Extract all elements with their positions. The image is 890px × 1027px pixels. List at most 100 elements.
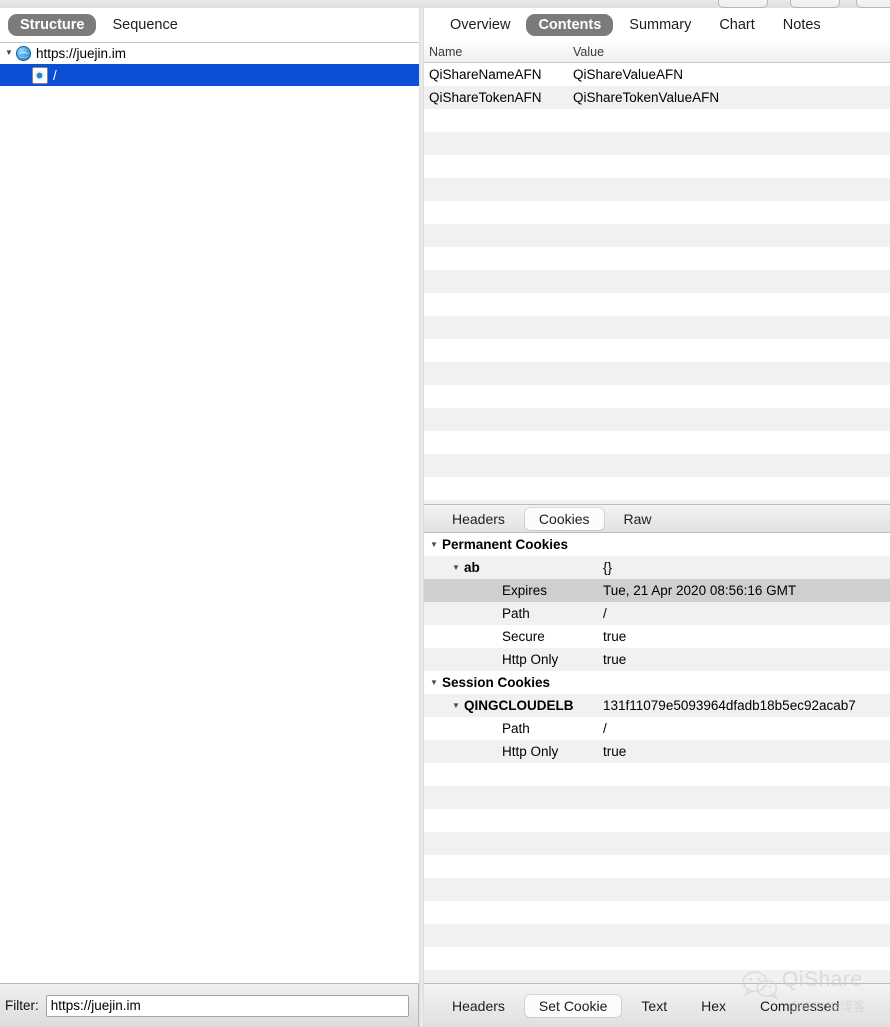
cookie-value-label: /	[603, 721, 607, 736]
cookie-row-empty	[424, 970, 890, 983]
filter-input[interactable]	[45, 994, 409, 1017]
tab-chart[interactable]: Chart	[707, 14, 766, 36]
cookie-row-empty	[424, 901, 890, 924]
table-row-empty	[424, 454, 890, 477]
cookie-row-empty	[424, 809, 890, 832]
tree-item-label: https://juejin.im	[36, 45, 127, 61]
right-pane: Overview Contents Summary Chart Notes Na…	[424, 8, 890, 983]
table-row-empty	[424, 270, 890, 293]
cookie-key-cell: Secure	[424, 629, 602, 644]
column-header-value[interactable]: Value	[569, 45, 604, 59]
cookie-row[interactable]: Path /	[424, 717, 890, 740]
cookie-value-label: true	[603, 744, 627, 759]
tab-notes[interactable]: Notes	[771, 14, 833, 36]
disclosure-triangle-icon[interactable]: ▼	[448, 563, 464, 572]
cookie-key-label: Expires	[502, 583, 548, 598]
cookies-tree-table[interactable]: ▼ Permanent Cookies ▼ ab{} Expires Tue, 21 Ap…	[424, 533, 890, 983]
tab-contents[interactable]: Contents	[526, 14, 614, 36]
cookie-row-empty	[424, 832, 890, 855]
table-row-empty	[424, 431, 890, 454]
toolbar-button-2[interactable]	[790, 0, 840, 8]
cookie-key-label: Path	[502, 721, 530, 736]
table-row-empty	[424, 109, 890, 132]
cookie-key-label: Http Only	[502, 652, 559, 667]
cookie-value-label: Tue, 21 Apr 2020 08:56:16 GMT	[603, 583, 797, 598]
cookie-row-empty	[424, 786, 890, 809]
tab-set-cookie[interactable]: Set Cookie	[524, 994, 622, 1017]
tab-cookies[interactable]: Cookies	[524, 507, 604, 530]
tree-item-label: /	[53, 67, 57, 83]
table-header: Name Value	[424, 42, 890, 63]
toolbar-sliver	[0, 0, 890, 8]
tab-body-headers[interactable]: Headers	[438, 995, 519, 1017]
table-row-empty	[424, 477, 890, 500]
body-tab-bar: Headers Set Cookie Text Hex Compressed	[424, 983, 890, 1027]
cookie-key-label: QINGCLOUDELB	[464, 698, 574, 713]
cookie-value-label: {}	[603, 560, 613, 575]
cookie-row[interactable]: ▼ ab{}	[424, 556, 890, 579]
tab-sequence[interactable]: Sequence	[100, 14, 189, 36]
cookie-row[interactable]: Secure true	[424, 625, 890, 648]
cookie-row-empty	[424, 763, 890, 786]
cookie-value-label: true	[603, 652, 627, 667]
table-row-empty	[424, 178, 890, 201]
table-row-empty	[424, 132, 890, 155]
disclosure-triangle-icon[interactable]: ▼	[426, 678, 442, 687]
table-row-empty	[424, 293, 890, 316]
cell-value: QiShareTokenValueAFN	[573, 90, 720, 105]
cookie-value-label: /	[603, 606, 607, 621]
cookie-row-empty	[424, 855, 890, 878]
cookie-key-cell: Http Only	[424, 652, 602, 667]
cookie-key-cell: Path	[424, 606, 602, 621]
tab-summary[interactable]: Summary	[617, 14, 703, 36]
cookie-row[interactable]: Path /	[424, 602, 890, 625]
cookie-key-cell: Http Only	[424, 744, 602, 759]
cookie-key-label: Secure	[502, 629, 545, 644]
tab-structure[interactable]: Structure	[8, 14, 97, 36]
cookie-row[interactable]: ▼ Permanent Cookies	[424, 533, 890, 556]
cookie-key-cell: ▼ ab	[424, 560, 602, 575]
cookie-key-label: Permanent Cookies	[442, 537, 569, 552]
toolbar-button-3[interactable]	[856, 0, 890, 8]
cell-value: QiShareValueAFN	[573, 67, 684, 82]
disclosure-spacer-icon: ▼	[18, 71, 32, 79]
cookie-row[interactable]: Expires Tue, 21 Apr 2020 08:56:16 GMT	[424, 579, 890, 602]
tab-overview[interactable]: Overview	[438, 14, 522, 36]
cookie-row-empty	[424, 878, 890, 901]
tree-row-path[interactable]: ▼ /	[0, 64, 419, 86]
table-row-empty	[424, 224, 890, 247]
table-row-empty	[424, 201, 890, 224]
disclosure-triangle-icon[interactable]: ▼	[2, 49, 16, 57]
tab-compressed[interactable]: Compressed	[746, 995, 853, 1017]
table-row-empty	[424, 408, 890, 431]
contents-table[interactable]: Name Value QiShareNameAFN QiShareValueAFN…	[424, 42, 890, 504]
table-row-empty	[424, 362, 890, 385]
filter-label: Filter:	[5, 998, 39, 1013]
cookie-row[interactable]: ▼ Session Cookies	[424, 671, 890, 694]
table-row-empty	[424, 155, 890, 178]
overview-tab-bar: Overview Contents Summary Chart Notes	[424, 8, 890, 43]
tab-hex[interactable]: Hex	[687, 995, 740, 1017]
toolbar-button-1[interactable]	[718, 0, 768, 8]
tab-text[interactable]: Text	[627, 995, 681, 1017]
cookie-row[interactable]: Http Only true	[424, 648, 890, 671]
host-tree[interactable]: ▼ https://juejin.im ▼ /	[0, 42, 419, 983]
cookie-key-cell: ▼ Session Cookies	[424, 675, 602, 690]
table-row-empty	[424, 316, 890, 339]
tab-headers[interactable]: Headers	[438, 508, 519, 530]
tab-raw[interactable]: Raw	[610, 508, 666, 530]
cookie-row[interactable]: ▼ QINGCLOUDELB 131f11079e5093964dfadb18b5e…	[424, 694, 890, 717]
cookie-row[interactable]: Http Only true	[424, 740, 890, 763]
column-header-name[interactable]: Name	[424, 45, 569, 59]
cookie-key-cell: Path	[424, 721, 602, 736]
table-row[interactable]: QiShareTokenAFN QiShareTokenValueAFN	[424, 86, 890, 109]
disclosure-triangle-icon[interactable]: ▼	[448, 701, 464, 710]
cell-name: QiShareNameAFN	[429, 67, 542, 82]
table-row[interactable]: QiShareNameAFN QiShareValueAFN	[424, 63, 890, 86]
document-icon	[32, 66, 48, 84]
tree-row-host[interactable]: ▼ https://juejin.im	[0, 42, 419, 64]
cookie-key-cell: ▼ Permanent Cookies	[424, 537, 602, 552]
disclosure-triangle-icon[interactable]: ▼	[426, 540, 442, 549]
cookie-key-label: Http Only	[502, 744, 559, 759]
table-row-empty	[424, 385, 890, 408]
